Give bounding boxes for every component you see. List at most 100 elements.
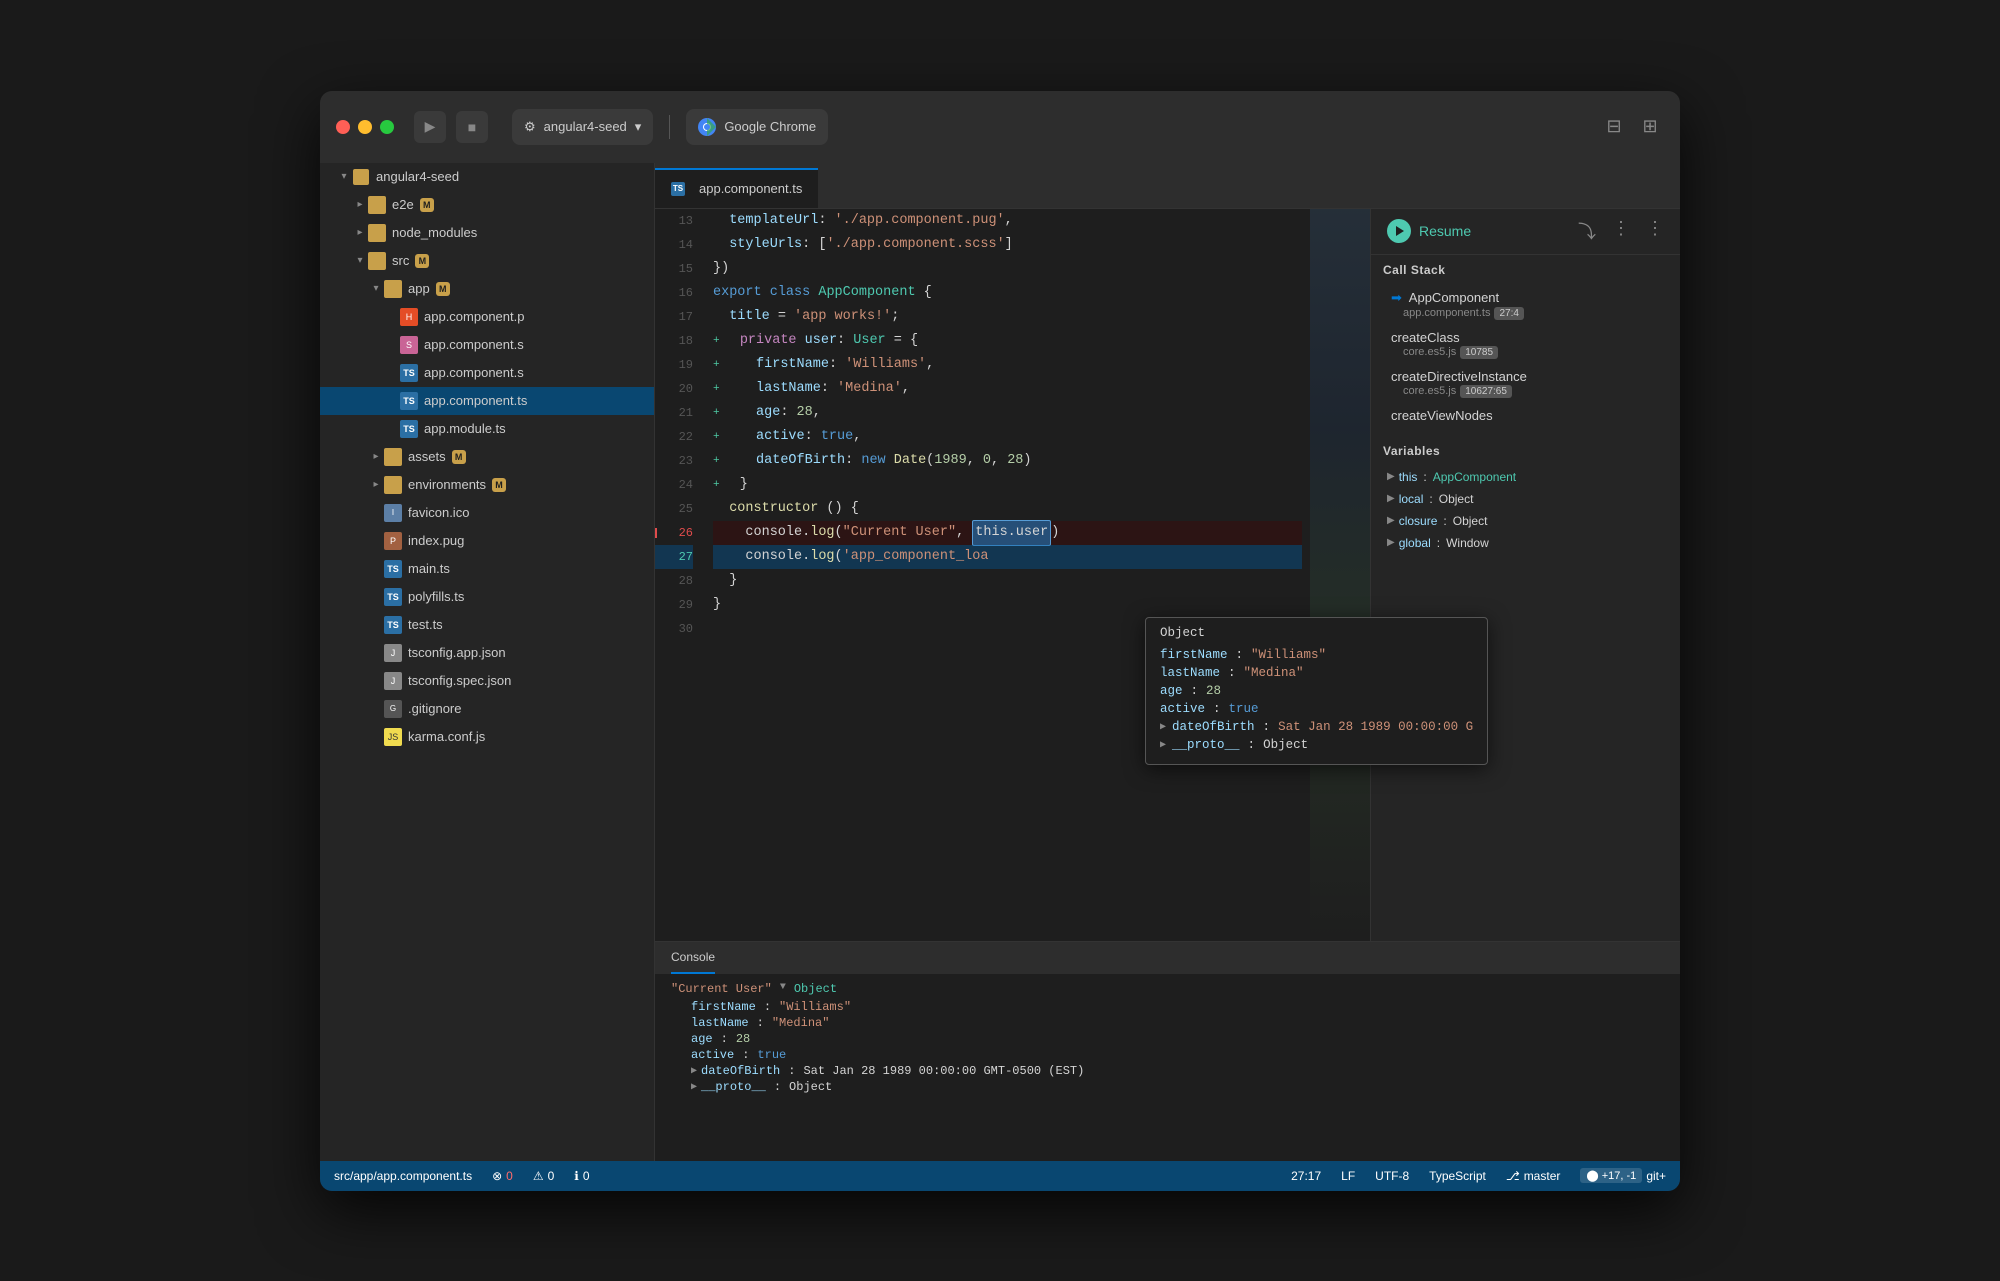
code-content[interactable]: templateUrl: './app.component.pug', styl…: [705, 209, 1310, 941]
stack-item-createdirective[interactable]: createDirectiveInstance core.es5.js 1062…: [1383, 364, 1668, 403]
console-tab[interactable]: Console: [671, 942, 715, 974]
tab-label: app.component.ts: [699, 181, 802, 196]
sidebar-item-index-pug[interactable]: P index.pug: [320, 527, 654, 555]
sidebar-item-environments[interactable]: environments M: [320, 471, 654, 499]
code-line-29: }: [713, 593, 1302, 617]
options-icon[interactable]: ⋮: [1646, 218, 1664, 244]
status-git-changes[interactable]: ⬤ +17, -1 git+: [1580, 1168, 1666, 1183]
sidebar-item-e2e[interactable]: e2e M: [320, 191, 654, 219]
console-prop-firstname: firstName:"Williams": [691, 1000, 1664, 1014]
minimap-visual: [1310, 209, 1370, 941]
code-line-15: }): [713, 257, 1302, 281]
code-line-20: + lastName: 'Medina',: [713, 377, 1302, 401]
more-icon[interactable]: ⋮: [1612, 218, 1630, 244]
status-git[interactable]: ⎇ master: [1506, 1169, 1561, 1183]
close-button[interactable]: [336, 120, 350, 134]
tooltip-age: age:28: [1160, 684, 1473, 698]
expand-icon[interactable]: ▼: [780, 982, 786, 993]
project-tab[interactable]: ⚙ angular4-seed ▾: [512, 109, 653, 145]
sidebar-item-assets[interactable]: assets M: [320, 443, 654, 471]
environments-folder-icon: [384, 476, 402, 494]
git-changes-badge: ⬤ +17, -1: [1580, 1168, 1642, 1183]
minimize-button[interactable]: [358, 120, 372, 134]
sidebar-item-app-component-pug[interactable]: H app.component.p: [320, 303, 654, 331]
stack-item-createviewnodes[interactable]: createViewNodes: [1383, 403, 1668, 428]
main-ts-icon: TS: [384, 560, 402, 578]
console-tabs: Console: [655, 942, 1680, 974]
sidebar-item-src[interactable]: src M: [320, 247, 654, 275]
status-info[interactable]: ℹ 0: [574, 1169, 589, 1183]
status-language[interactable]: TypeScript: [1429, 1169, 1486, 1183]
sidebar-item-app-component-spec[interactable]: TS app.component.s: [320, 359, 654, 387]
play-button[interactable]: ▶: [414, 111, 446, 143]
app-folder-icon: [384, 280, 402, 298]
sidebar-item-node-modules[interactable]: node_modules: [320, 219, 654, 247]
scss-file-icon: S: [400, 336, 418, 354]
sidebar-item-app-module[interactable]: TS app.module.ts: [320, 415, 654, 443]
src-badge: M: [415, 254, 429, 268]
code-lines[interactable]: 13 14 15 16 17 18 19 20 21 22 23 24: [655, 209, 1310, 941]
console-tab-label: Console: [671, 950, 715, 964]
environments-badge: M: [492, 478, 506, 492]
layout-icon-1[interactable]: ⊟: [1600, 113, 1628, 141]
var-global[interactable]: ▶ global : Window: [1383, 532, 1668, 554]
titlebar-controls: ▶ ■: [414, 111, 488, 143]
console-prop-proto: ▶ __proto__:Object: [691, 1080, 1664, 1094]
tooltip-lastname: lastName:"Medina": [1160, 666, 1473, 680]
stop-button[interactable]: ■: [456, 111, 488, 143]
proto-expand-icon[interactable]: ▶: [691, 1081, 697, 1093]
sidebar-item-test[interactable]: TS test.ts: [320, 611, 654, 639]
chrome-tab[interactable]: Google Chrome: [686, 109, 828, 145]
editor-tab-app-component[interactable]: TS app.component.ts: [655, 168, 818, 208]
titlebar: ▶ ■ ⚙ angular4-seed ▾ Google Chrome ⊟ ⊞: [320, 91, 1680, 163]
sidebar-item-favicon[interactable]: I favicon.ico: [320, 499, 654, 527]
status-encoding[interactable]: UTF-8: [1375, 1169, 1409, 1183]
sidebar-item-app[interactable]: app M: [320, 275, 654, 303]
e2e-badge: M: [420, 198, 434, 212]
sidebar-item-app-component-ts[interactable]: TS app.component.ts: [320, 387, 654, 415]
gitignore-icon: G: [384, 700, 402, 718]
sidebar-item-tsconfig-spec[interactable]: J tsconfig.spec.json: [320, 667, 654, 695]
tsconfig-app-icon: J: [384, 644, 402, 662]
traffic-lights: [336, 120, 394, 134]
sidebar-item-gitignore[interactable]: G .gitignore: [320, 695, 654, 723]
sidebar-item-root[interactable]: angular4-seed: [320, 163, 654, 191]
layout-icon-2[interactable]: ⊞: [1636, 113, 1664, 141]
stack-item-appcomponent[interactable]: ➡ AppComponent app.component.ts 27:4: [1383, 285, 1668, 325]
status-warnings[interactable]: ⚠ 0: [533, 1169, 554, 1183]
app-ts-icon: TS: [400, 392, 418, 410]
debugger-panel: Resume ⤵ ⋮ ⋮ Call Stack: [1370, 209, 1680, 941]
var-this-chevron[interactable]: ▶: [1387, 471, 1395, 482]
var-local-chevron[interactable]: ▶: [1387, 493, 1395, 504]
sidebar-item-polyfills[interactable]: TS polyfills.ts: [320, 583, 654, 611]
app-badge: M: [436, 282, 450, 296]
var-local[interactable]: ▶ local : Object: [1383, 488, 1668, 510]
bottom-panel: Console "Current User" ▼ Object firstNam…: [655, 941, 1680, 1161]
sidebar-item-karma[interactable]: JS karma.conf.js: [320, 723, 654, 751]
status-line-endings[interactable]: LF: [1341, 1169, 1355, 1183]
stack-item-createclass[interactable]: createClass core.es5.js 10785: [1383, 325, 1668, 364]
console-obj-props: firstName:"Williams" lastName:"Medina" a…: [671, 1000, 1664, 1094]
step-over-icon[interactable]: ⤵: [1578, 218, 1596, 244]
var-closure-chevron[interactable]: ▶: [1387, 515, 1395, 526]
resume-button[interactable]: Resume: [1387, 219, 1471, 243]
assets-chevron: [368, 449, 384, 465]
node-modules-chevron: [352, 225, 368, 241]
status-errors[interactable]: ⊗ 0: [492, 1169, 513, 1183]
sidebar-item-app-component-scss[interactable]: S app.component.s: [320, 331, 654, 359]
var-global-chevron[interactable]: ▶: [1387, 537, 1395, 548]
var-closure[interactable]: ▶ closure : Object: [1383, 510, 1668, 532]
chrome-label: Google Chrome: [724, 119, 816, 134]
sidebar-item-main[interactable]: TS main.ts: [320, 555, 654, 583]
sidebar-item-tsconfig-app[interactable]: J tsconfig.app.json: [320, 639, 654, 667]
hover-tooltip: Object firstName:"Williams" lastName:"Me…: [1145, 617, 1488, 765]
maximize-button[interactable]: [380, 120, 394, 134]
console-content[interactable]: "Current User" ▼ Object firstName:"Willi…: [655, 974, 1680, 1161]
var-this[interactable]: ▶ this : AppComponent: [1383, 466, 1668, 488]
dob-expand-icon[interactable]: ▶: [691, 1065, 697, 1077]
status-file-path[interactable]: src/app/app.component.ts: [334, 1169, 472, 1183]
stack-file-appcomponent: app.component.ts 27:4: [1391, 307, 1660, 320]
resume-label: Resume: [1419, 223, 1471, 239]
code-line-13: templateUrl: './app.component.pug',: [713, 209, 1302, 233]
tab-ts-icon: TS: [671, 182, 685, 196]
